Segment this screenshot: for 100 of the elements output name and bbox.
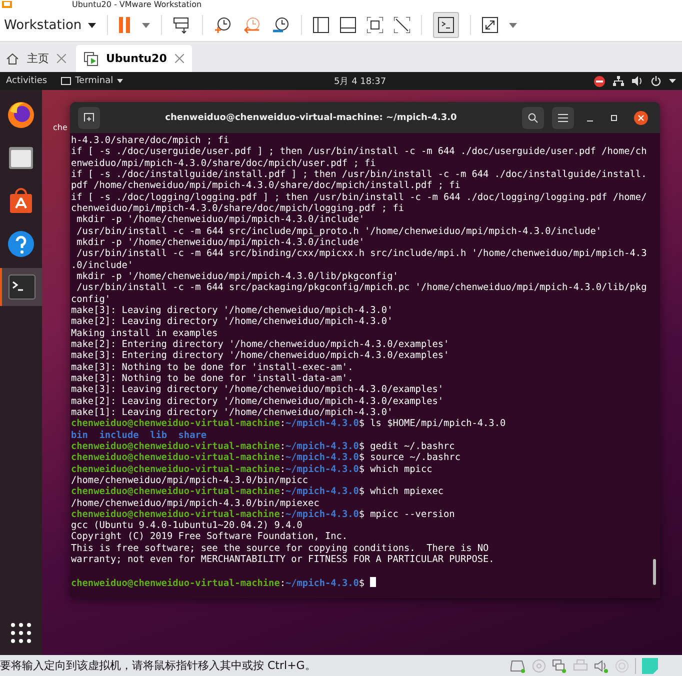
network-adapter-icon[interactable] [552,658,567,672]
prompt-user: chenweiduo@chenweiduo-virtual-machine [71,452,280,464]
prompt-user: chenweiduo@chenweiduo-virtual-machine [71,464,280,475]
prompt-path: ~/mpich-4.3.0 [286,508,359,520]
terminal-line: mkdir -p '/home/chenweiduo/mpi/mpich-4.3.0/include' [76,236,366,248]
revert-snapshot-icon[interactable] [242,16,261,34]
shopping-bag-icon [7,187,35,215]
speaker-icon[interactable] [594,658,609,672]
caret-icon[interactable] [669,79,676,83]
prompt-colon: : [280,452,286,464]
clock[interactable]: 5月 4 18:37 [334,74,386,88]
terminal-line: .0/include' [71,260,134,271]
terminal-line: /usr/bin/install -c -m 644 src/packaging/pkgconfig/mpich.pc '/home/chenweiduo/mpi/mpich-4.3.0/lib/pkg [76,282,648,294]
terminal-line: enweiduo/mpi/mpich-4.3.0/share/doc/mpich/user.pdf ; fi [71,158,377,169]
prompt-colon: : [280,578,286,589]
prompt-user: chenweiduo@chenweiduo-virtual-machine [71,578,280,589]
terminal-line: make[3]: Nothing to be done for 'install-exec-am'. [71,362,354,373]
terminal-line: make[2]: Leaving directory '/home/chenweiduo/mpich-4.3.0' [71,316,394,328]
menu-button[interactable] [552,106,574,128]
tab[interactable]: Ubuntu20 [76,45,192,72]
terminal-line: make[2]: Leaving directory '/home/chenweiduo/mpich-4.3.0/examples' [71,396,445,407]
terminal-line: config' [71,294,112,305]
unity-off-icon[interactable] [394,17,410,33]
console-view-button[interactable] [432,12,459,38]
prompt-colon: : [280,418,286,430]
folder-icon [7,144,35,172]
prompt-path: ~/mpich-4.3.0 [286,578,359,589]
send-keys-icon[interactable] [172,16,191,34]
prompt-colon: : [280,464,286,475]
help-icon [7,230,35,258]
thumbnail-view-icon[interactable] [340,17,356,33]
snapshot-icon[interactable] [214,16,232,34]
prompt-dollar: $ [358,440,365,452]
terminal-line: if [ -s ./doc/installguide/install.pdf ] ; then /usr/bin/install -c -m 644 ./doc/installguide/install. [71,168,648,180]
maximize-icon[interactable] [610,114,618,122]
terminal-line: make[3]: Entering directory '/home/chenweiduo/mpich-4.3.0/examples' [71,350,450,362]
terminal-line: chenweiduo/mpi/mpich-4.3.0/share/doc/mpich/logging.pdf ; fi [71,202,406,214]
search-button[interactable] [522,106,544,128]
terminal-line: h-4.3.0/share/doc/mpich ; fi [71,135,230,146]
stretch-icon[interactable] [482,17,498,33]
terminal-line: pdf /home/chenweiduo/mpi/mpich-4.3.0/share/doc/mpich/install.pdf ; fi [71,180,462,192]
terminal-line: warranty; not even for MERCHANTABILITY or FITNESS FOR A PARTICULAR PURPOSE. [71,554,496,566]
new-tab-button[interactable] [78,106,100,128]
sidebar-view-icon[interactable] [312,17,329,33]
activities-button[interactable]: Activities [6,76,48,86]
terminal-line: This is free software; see the source for copying conditions. There is NO [71,542,490,554]
command: mpicc --version [370,508,455,520]
terminal-line: make[2]: Entering directory '/home/chenweiduo/mpich-4.3.0/examples' [71,338,450,350]
app-logo-icon [2,0,12,8]
prompt-dollar: $ [358,578,365,589]
home-icon [6,52,19,64]
prompt-user: chenweiduo@chenweiduo-virtual-machine [71,486,280,498]
desktop-icon-label: che [53,123,68,132]
pause-icon[interactable] [118,17,131,33]
terminal-line: make[1]: Leaving directory '/home/chenweiduo/mpich-4.3.0' [71,406,394,418]
vm-icon [84,52,98,66]
prompt-dollar: $ [358,486,365,498]
prompt-dollar: $ [358,464,365,475]
tab[interactable]: 主页 [0,45,72,72]
scrollbar-thumb[interactable] [653,559,656,585]
prompt-path: ~/mpich-4.3.0 [286,486,359,498]
terminal-app-menu[interactable]: Terminal [61,76,124,86]
directory-name: share [178,430,207,441]
firefox-icon [7,101,35,129]
prompt-user: chenweiduo@chenweiduo-virtual-machine [71,440,280,452]
terminal-line: /usr/bin/install -c -m 644 src/binding/cxx/mpicxx.h src/include/mpi.h '/home/chenweiduo/mpi/mpich-4.3 [76,248,648,260]
status-message: 要将输入定向到该虚拟机，请将鼠标指针移入其中或按 Ctrl+G。 [0,658,316,673]
caret-icon [117,79,124,83]
terminal-line: if [ -s ./doc/userguide/user.pdf ] ; then /usr/bin/install -c -m 644 ./doc/userguide/user.pdf /home/ch [71,146,648,158]
prompt-dollar: $ [358,452,365,464]
menu-icon [558,114,568,122]
volume-icon[interactable] [632,76,643,86]
caret-icon [88,22,96,28]
command: gedit ~/.bashrc [370,440,455,452]
close-icon[interactable] [634,110,648,124]
full-screen-icon[interactable] [366,17,383,33]
terminal-line: /home/chenweiduo/mpi/mpich-4.3.0/bin/mpiexec [71,498,320,509]
prompt-colon: : [280,440,286,452]
app-grid-icon[interactable] [11,623,31,643]
window-title: Ubuntu20 - VMware Workstation [72,0,202,9]
power-icon[interactable] [651,76,661,86]
terminal-line: make[3]: Leaving directory '/home/chenweiduo/mpich-4.3.0' [71,304,394,316]
terminal-line: mkdir -p '/home/chenweiduo/mpi/mpich-4.3.0/lib/pkgconfig' [76,270,400,282]
directory-name: bin [71,430,88,441]
terminal-icon [8,274,36,300]
command: source ~/.bashrc [370,452,460,464]
terminal-line: make[3]: Nothing to be done for 'install-data-am'. [71,372,354,384]
network-icon[interactable] [613,76,624,86]
no-entry-icon[interactable] [594,76,605,86]
workstation-menu[interactable]: Workstation [4,18,96,32]
snapshot-manager-icon[interactable] [272,16,290,34]
tab-label: 主页 [27,51,49,66]
terminal-line: gcc (Ubuntu 9.4.0-1ubuntu1~20.04.2) 9.4.0 [71,520,304,532]
prompt-path: ~/mpich-4.3.0 [286,440,359,452]
terminal-line: /home/chenweiduo/mpi/mpich-4.3.0/bin/mpicc [71,474,310,486]
prompt-user: chenweiduo@chenweiduo-virtual-machine [71,418,280,430]
command: which mpiexec [370,486,444,498]
terminal-line: mkdir -p '/home/chenweiduo/mpi/mpich-4.3.0/include' [76,214,366,226]
prompt-dollar: $ [358,418,365,430]
window-icon [61,77,72,85]
